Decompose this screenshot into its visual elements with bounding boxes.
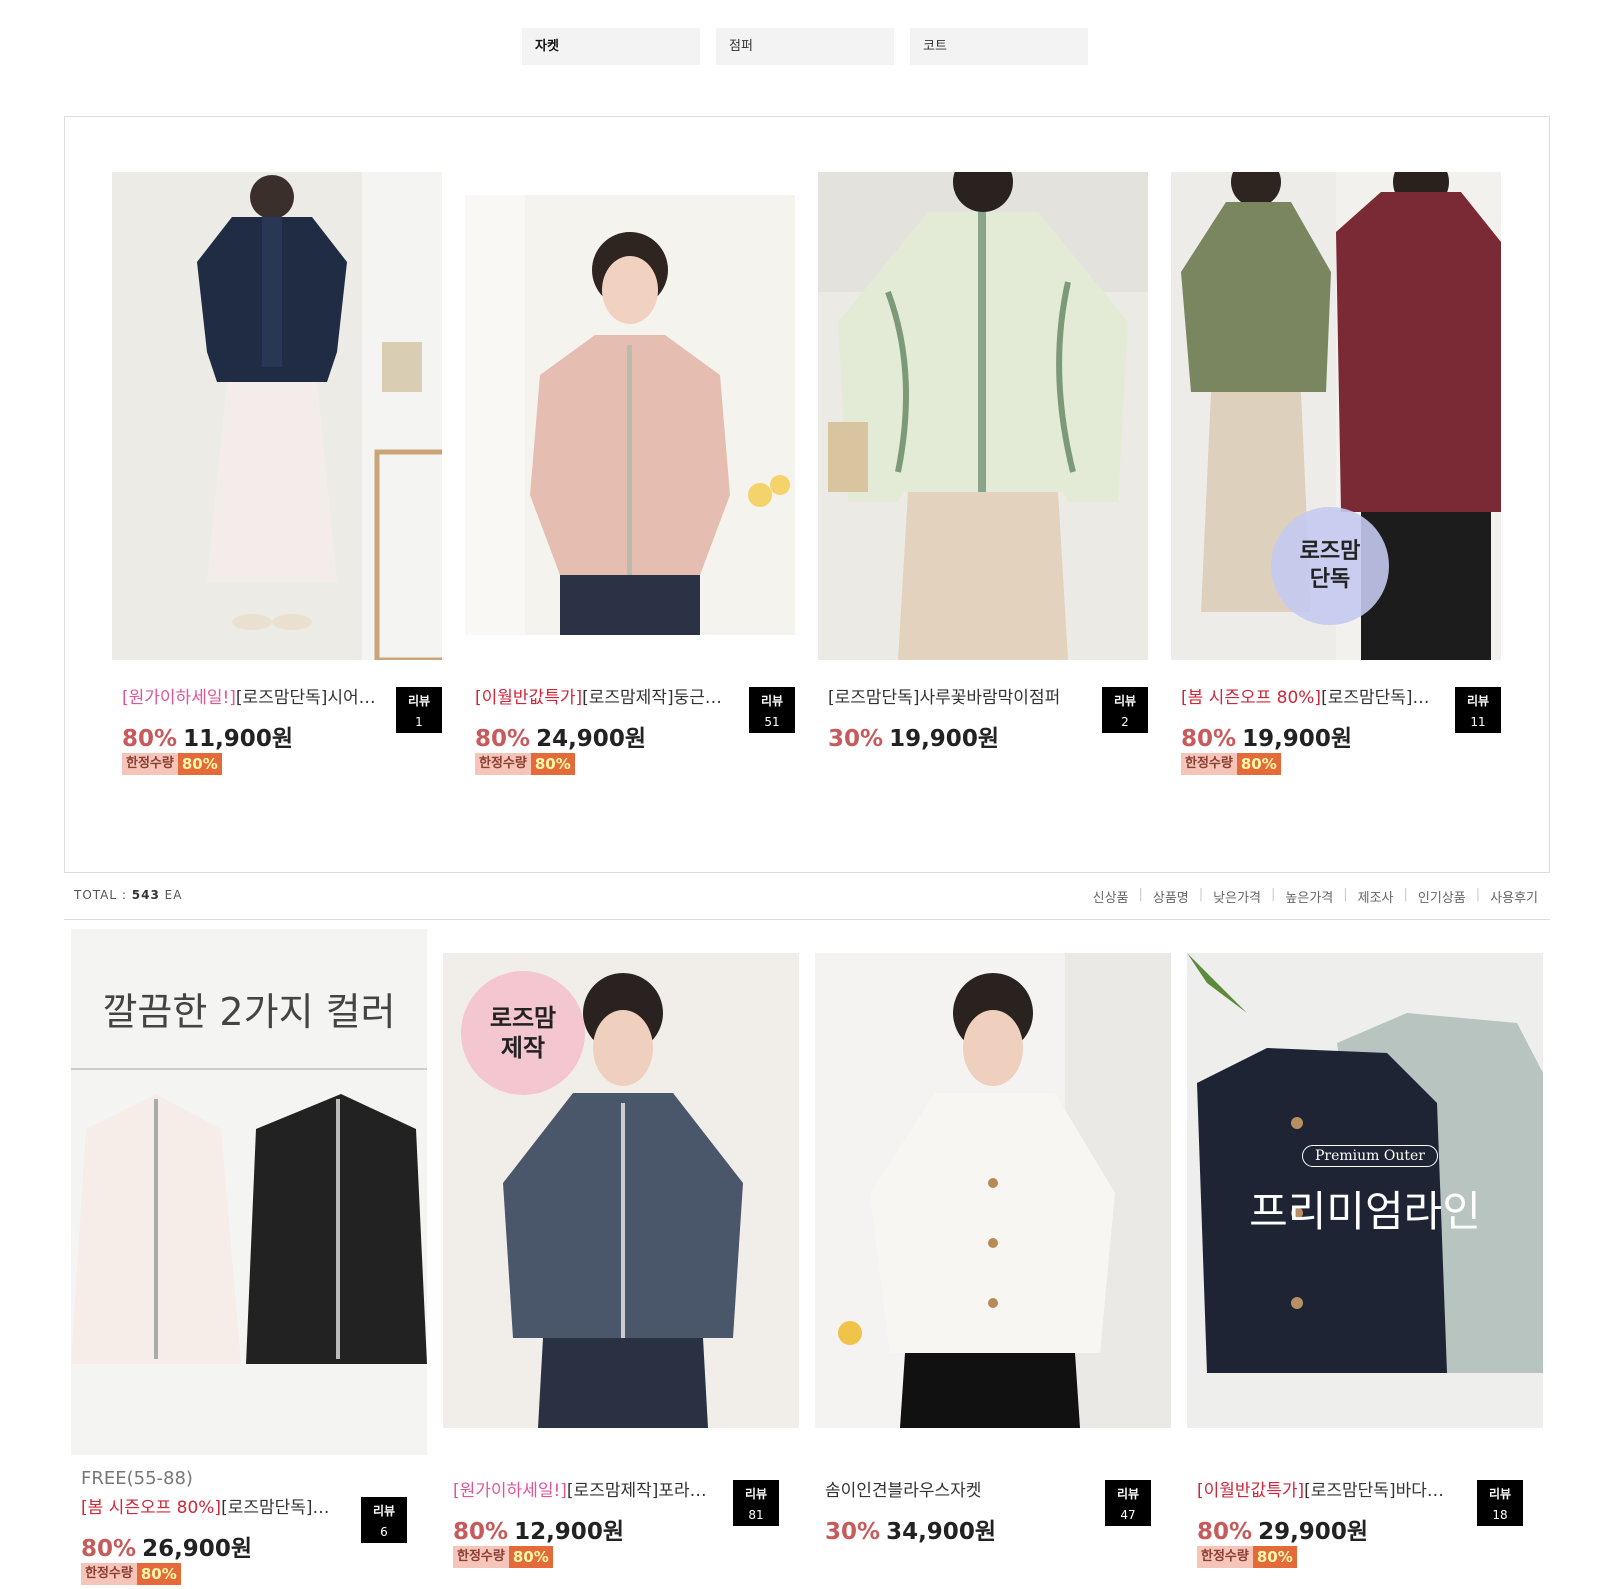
sort-price-low[interactable]: 낮은가격 [1213, 887, 1261, 906]
rosemom-exclusive-badge: 로즈맘 단독 [1271, 507, 1389, 625]
product-price: 80% 19,900원 [1181, 726, 1352, 752]
product-image[interactable]: 로즈맘 단독 [1171, 172, 1501, 660]
product-image[interactable] [465, 195, 795, 635]
product-image[interactable] [818, 172, 1148, 660]
product-name[interactable]: [원가이하세일!][로즈맘단독]시어서커셔링자켓 [122, 687, 382, 709]
product-name[interactable]: [이월반값특가][로즈맘제작]둥근카라바람막이자켓 [475, 687, 735, 709]
category-tab-coat[interactable]: 코트 [910, 28, 1088, 65]
rosemom-made-badge: 로즈맘 제작 [461, 971, 585, 1095]
review-badge[interactable]: 리뷰 2 [1102, 687, 1148, 733]
product-name[interactable]: [봄 시즌오프 80%][로즈맘단독]후드바람막이점퍼 [1181, 687, 1441, 709]
limited-badge: 한정수량 80% [122, 753, 222, 775]
promo-banner-text: 프리미엄라인 [1249, 1187, 1481, 1236]
product-name[interactable]: [로즈맘단독]사루꽃바람막이점퍼 [828, 687, 1088, 709]
product-price: 80% 24,900원 [475, 726, 646, 752]
limited-badge: 한정수량 80% [475, 753, 575, 775]
sort-popular[interactable]: 인기상품 [1418, 887, 1466, 906]
premium-outer-label: Premium Outer [1302, 1145, 1438, 1167]
review-badge[interactable]: 리뷰 47 [1105, 1480, 1151, 1526]
sort-maker[interactable]: 제조사 [1358, 887, 1394, 906]
product-name[interactable]: 솜이인견블라우스자켓 [825, 1480, 1085, 1502]
product-image[interactable]: Premium Outer 프리미엄라인 [1187, 953, 1543, 1428]
product-image[interactable]: 깔끔한 2가지 컬러 [71, 929, 427, 1455]
sort-new[interactable]: 신상품 [1093, 887, 1129, 906]
category-tab-jacket[interactable]: 자켓 [522, 28, 700, 65]
review-badge[interactable]: 리뷰 51 [749, 687, 795, 733]
product-name[interactable]: [이월반값특가][로즈맘단독]바다솔자켓 [1197, 1480, 1457, 1502]
limited-badge: 한정수량 80% [453, 1546, 553, 1568]
review-badge[interactable]: 리뷰 81 [733, 1480, 779, 1526]
review-badge[interactable]: 리뷰 1 [396, 687, 442, 733]
sort-name[interactable]: 상품명 [1153, 887, 1189, 906]
limited-badge: 한정수량 80% [1197, 1546, 1297, 1568]
category-tab-jumper[interactable]: 점퍼 [716, 28, 894, 65]
category-tabs: 자켓 점퍼 코트 [522, 28, 1088, 65]
product-image[interactable] [815, 953, 1171, 1428]
product-name[interactable]: [원가이하세일!][로즈맘제작]포라이트후드자켓 [453, 1480, 713, 1502]
limited-badge: 한정수량 80% [1181, 753, 1281, 775]
total-count: TOTAL : 543 EA [74, 888, 183, 902]
product-price: 80% 26,900원 [81, 1536, 252, 1562]
sort-reviews[interactable]: 사용후기 [1490, 887, 1538, 906]
review-badge[interactable]: 리뷰 18 [1477, 1480, 1523, 1526]
product-price: 80% 29,900원 [1197, 1519, 1368, 1545]
product-price: 80% 11,900원 [122, 726, 293, 752]
review-badge[interactable]: 리뷰 11 [1455, 687, 1501, 733]
product-price: 80% 12,900원 [453, 1519, 624, 1545]
product-image[interactable]: 로즈맘 제작 [443, 953, 799, 1428]
product-image[interactable] [112, 172, 442, 660]
sort-price-high[interactable]: 높은가격 [1285, 887, 1333, 906]
limited-badge: 한정수량 80% [81, 1563, 181, 1585]
featured-products-box: [원가이하세일!][로즈맘단독]시어서커셔링자켓 80%11,900원 한정수량… [64, 116, 1550, 873]
product-price: 30% 34,900원 [825, 1519, 996, 1545]
sort-options: 신상품 | 상품명 | 낮은가격 | 높은가격 | 제조사 | 인기상품 | 사용후기 [1092, 887, 1538, 906]
product-name[interactable]: [봄 시즌오프 80%][로즈맘단독]바스락자켓 [81, 1497, 341, 1519]
review-badge[interactable]: 리뷰 6 [361, 1497, 407, 1543]
promo-banner-text: 깔끔한 2가지 컬러 [102, 990, 396, 1034]
size-info: FREE(55-88) [81, 1468, 193, 1489]
product-price: 30% 19,900원 [828, 726, 999, 752]
list-toolbar: TOTAL : 543 EA 신상품 | 상품명 | 낮은가격 | 높은가격 | 제조사… [64, 880, 1550, 920]
